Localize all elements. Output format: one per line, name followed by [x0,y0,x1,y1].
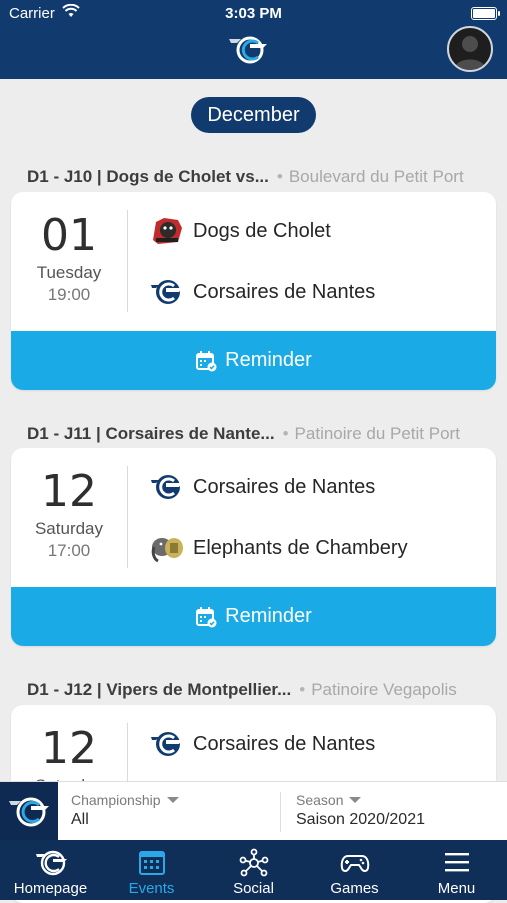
championship-value: All [71,811,89,828]
status-bar: Carrier 3:03 PM [0,3,507,24]
team-row: Corsaires de Nantes [150,275,375,309]
corsaires-de-nantes-logo-icon [150,729,184,759]
calendar-reminder-icon [195,606,217,628]
reminder-button[interactable]: Reminder [11,331,496,390]
event-location: Patinoire du Petit Port [294,424,460,443]
tab-homepage[interactable]: Homepage [0,840,101,900]
event-time: 17:00 [47,541,91,560]
dogs-de-cholet-logo-icon [150,216,184,246]
event-title-row: D1 - J10 | Dogs de Cholet vs... • Boulevar… [27,165,464,189]
tab-label: Homepage [13,880,88,897]
battery-icon [471,7,500,20]
reminder-label: Reminder [225,349,312,371]
season-filter[interactable]: Season Saison 2020/2021 [296,792,425,829]
calendar-reminder-icon [195,350,217,372]
event-title: D1 - J10 | Dogs de Cholet vs... [27,167,269,186]
away-team-name: Corsaires de Nantes [193,280,376,303]
event-title: D1 - J11 | Corsaires de Nante... [27,424,275,443]
menu-icon [406,848,507,878]
filter-bar: Championship All Season Saison 2020/2021 [0,781,507,840]
corsaires-logo-icon[interactable] [227,33,269,65]
reminder-button[interactable]: Reminder [11,587,496,646]
corsaires-de-nantes-logo-icon [150,472,184,502]
event-location: Boulevard du Petit Port [288,167,464,186]
home-team-name: Corsaires de Nantes [193,475,376,498]
elephants-de-chambery-logo-icon [150,533,184,563]
corsaires-logo-icon [0,782,58,840]
championship-label: Championship [71,792,179,808]
event-date: 01 Tuesday 19:00 [11,192,127,306]
separator-dot: • [282,424,289,443]
month-header: December [191,97,316,133]
card-divider [127,466,128,568]
tab-label: Events [128,880,175,897]
event-day: 01 [41,210,97,261]
tab-games[interactable]: Games [304,840,405,900]
tab-menu[interactable]: Menu [406,840,507,900]
team-row: Corsaires de Nantes [150,470,375,504]
team-row: Dogs de Cholet [150,214,331,248]
home-team-name: Corsaires de Nantes [193,732,376,755]
team-row: Corsaires de Nantes [150,727,375,761]
bottom-tab-bar: Homepage Events Social Games Menu [0,840,507,900]
championship-filter[interactable]: Championship All [71,792,179,829]
season-value: Saison 2020/2021 [296,811,425,828]
calendar-icon [101,848,202,878]
event-time: 19:00 [47,285,91,304]
network-icon [203,848,304,878]
event-date: 12 Saturday 17:00 [11,448,127,562]
event-title: D1 - J12 | Vipers de Montpellier... [27,680,292,699]
tab-label: Menu [437,880,476,897]
tab-social[interactable]: Social [203,840,304,900]
separator-dot: • [299,680,306,699]
event-day: 12 [41,466,97,517]
event-day: 12 [41,723,97,774]
event-card[interactable]: 01 Tuesday 19:00 Dogs de Cholet Corsaire… [11,192,496,390]
separator-dot: • [276,167,283,186]
event-location: Patinoire Vegapolis [311,680,457,699]
reminder-label: Reminder [225,605,312,627]
tab-events[interactable]: Events [101,840,202,900]
tab-label: Social [233,880,274,897]
event-weekday: Tuesday [36,263,102,282]
away-team-name: Elephants de Chambery [193,536,408,559]
card-divider [127,210,128,312]
gamepad-icon [304,848,405,878]
tab-label: Games [330,880,379,897]
app-header: Carrier 3:03 PM [0,0,507,79]
corsaires-de-nantes-logo-icon [150,277,184,307]
event-title-row: D1 - J11 | Corsaires de Nante... • Patinoi… [27,422,460,446]
home-team-name: Dogs de Cholet [193,219,331,242]
caret-down-icon [349,797,362,803]
clock: 3:03 PM [225,5,282,22]
event-title-row: D1 - J12 | Vipers de Montpellier... • Pati… [27,678,457,702]
filter-divider [280,792,281,832]
season-label: Season [296,792,425,808]
event-weekday: Saturday [34,519,104,538]
event-card[interactable]: 12 Saturday 17:00 Corsaires de Nantes El… [11,448,496,646]
caret-down-icon [166,797,179,803]
team-row: Elephants de Chambery [150,531,408,565]
homepage-logo-icon [0,848,101,878]
user-avatar-icon[interactable] [447,26,493,72]
